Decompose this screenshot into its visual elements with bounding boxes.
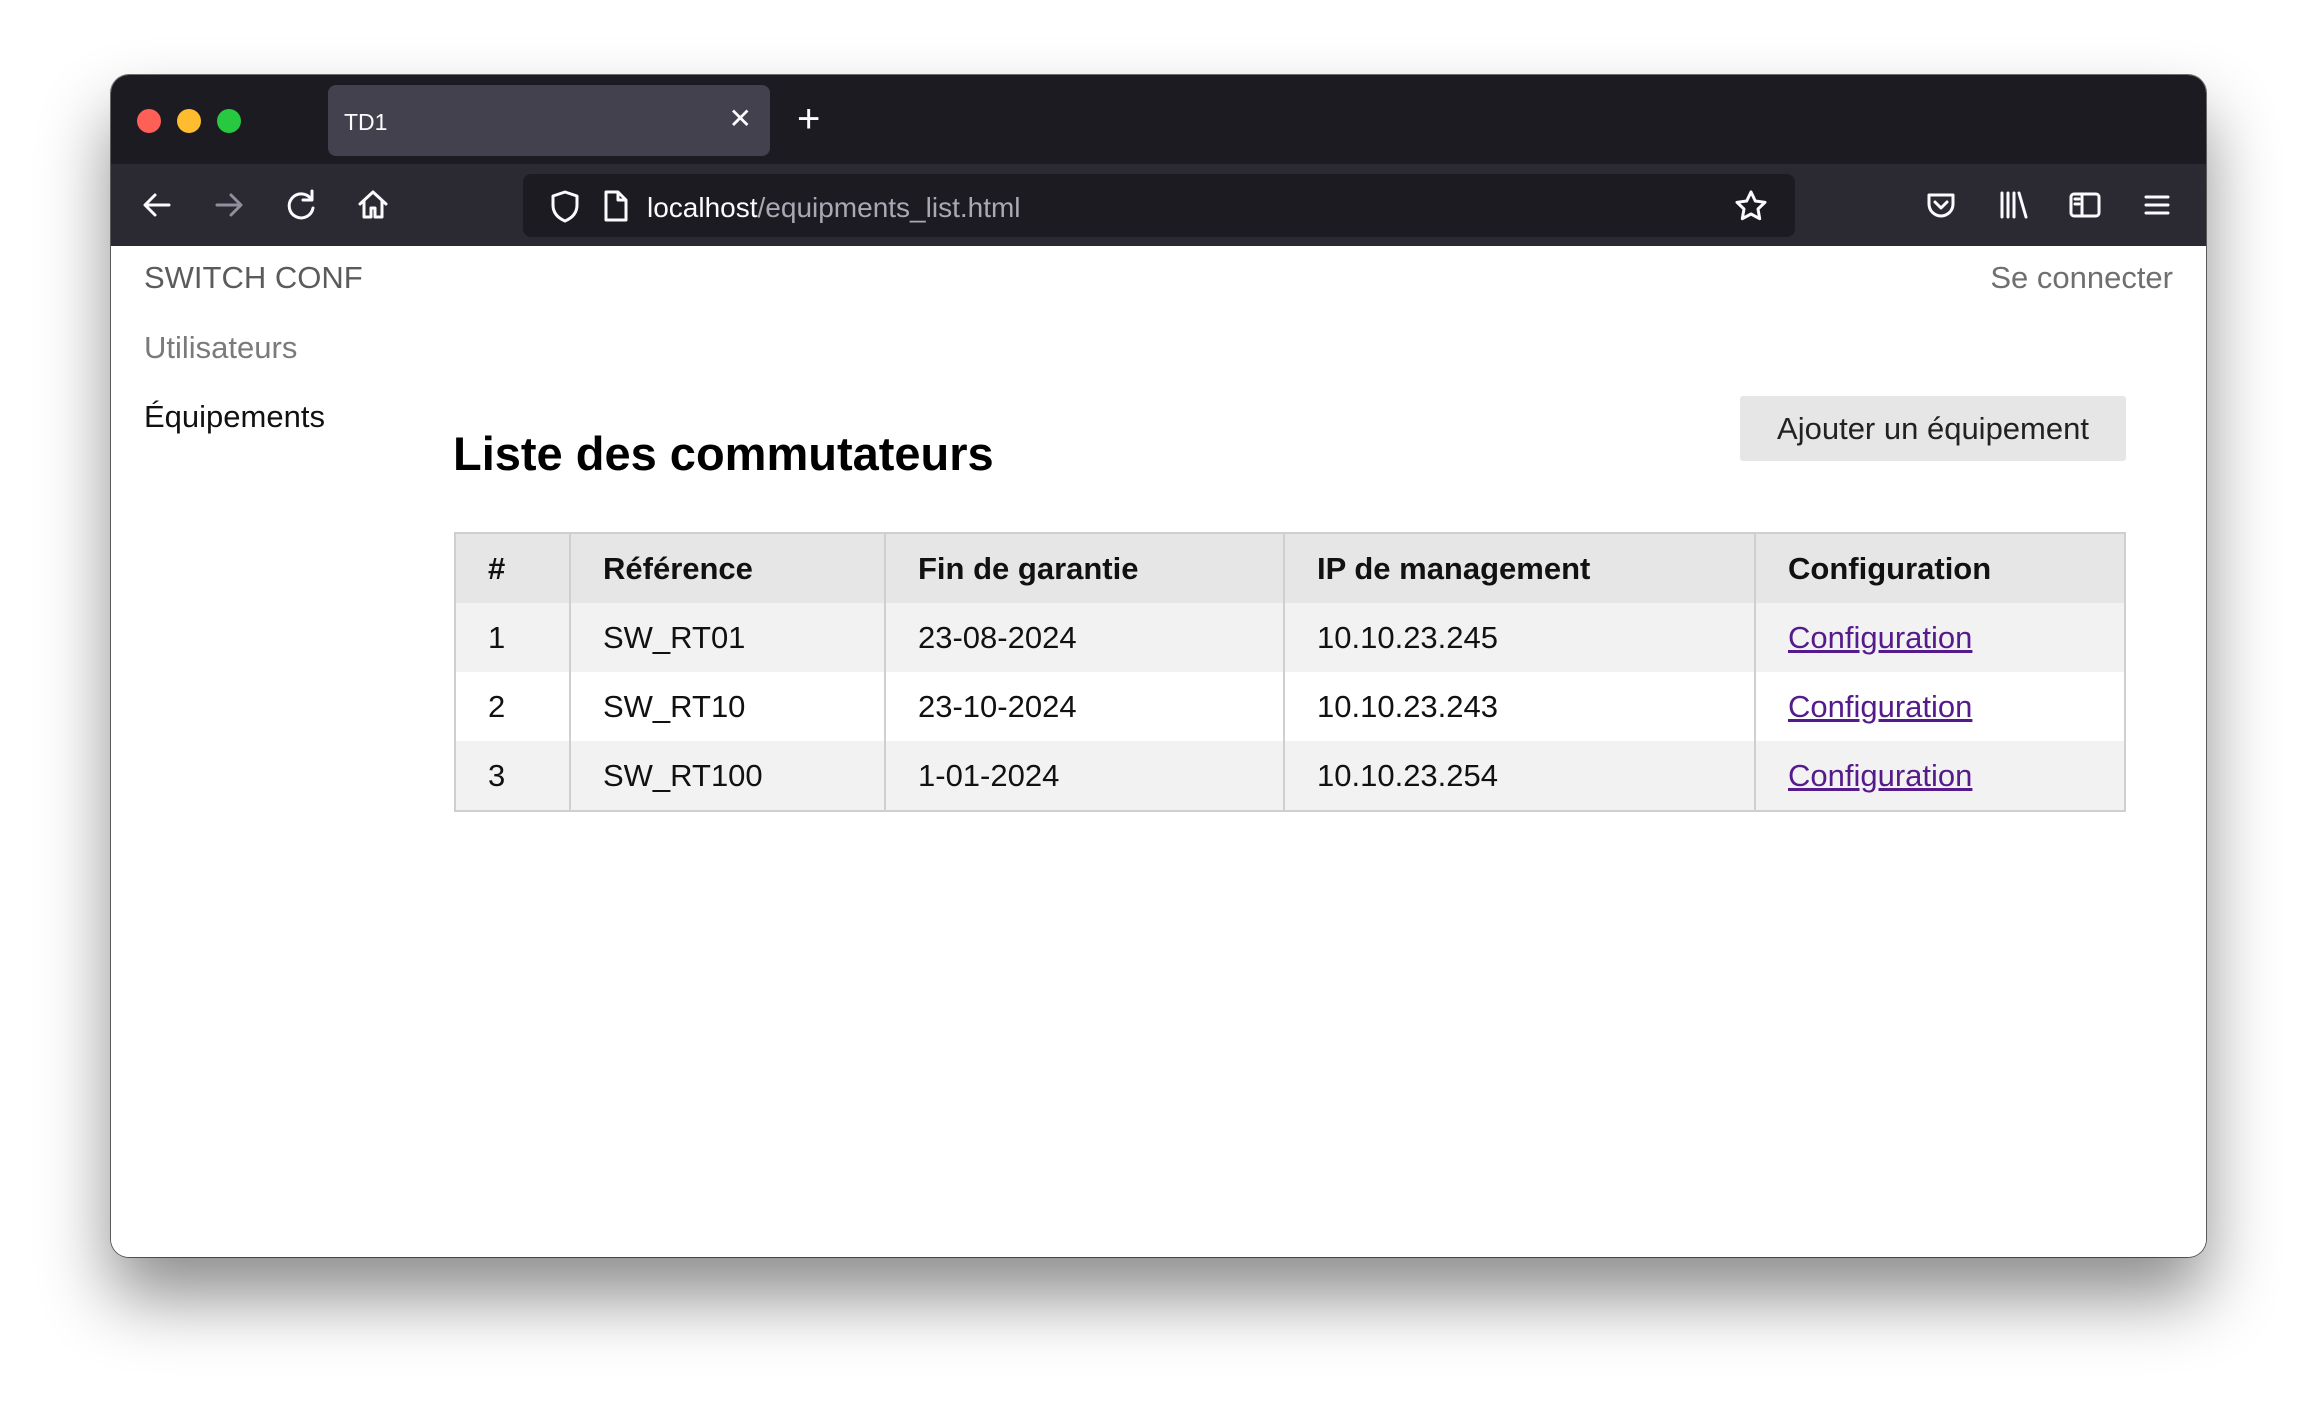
page-title: Liste des commutateurs bbox=[453, 427, 994, 480]
table-row: 2 SW_RT10 23-10-2024 10.10.23.243 Config… bbox=[455, 672, 2125, 741]
tab-close-icon[interactable]: ✕ bbox=[729, 105, 752, 133]
tab-title: TD1 bbox=[344, 109, 388, 135]
cell-warranty: 23-08-2024 bbox=[884, 603, 1284, 672]
browser-window: TD1 ✕ + localhost/equipments_list.html S… bbox=[111, 75, 2206, 1257]
pocket-icon[interactable] bbox=[1919, 183, 1963, 227]
configuration-link[interactable]: Configuration bbox=[1788, 620, 1972, 655]
cell-configuration: Configuration bbox=[1754, 672, 2125, 741]
back-icon[interactable] bbox=[135, 183, 179, 227]
table-header-row: # Référence Fin de garantie IP de manage… bbox=[455, 533, 2125, 603]
table-row: 3 SW_RT100 1-01-2024 10.10.23.254 Config… bbox=[455, 741, 2125, 811]
cell-warranty: 1-01-2024 bbox=[884, 741, 1284, 811]
menu-icon[interactable] bbox=[2135, 183, 2179, 227]
url-text[interactable]: localhost/equipments_list.html bbox=[647, 192, 1021, 224]
reload-icon[interactable] bbox=[279, 183, 323, 227]
configuration-link[interactable]: Configuration bbox=[1788, 758, 1972, 793]
library-icon[interactable] bbox=[1991, 183, 2035, 227]
page-content: SWITCH CONF Se connecter Utilisateurs Éq… bbox=[111, 246, 2206, 1257]
cell-ip: 10.10.23.243 bbox=[1283, 672, 1755, 741]
window-minimize-button[interactable] bbox=[177, 109, 201, 133]
cell-id: 3 bbox=[488, 757, 506, 793]
add-equipment-button[interactable]: Ajouter un équipement bbox=[1740, 396, 2126, 461]
window-maximize-button[interactable] bbox=[217, 109, 241, 133]
cell-reference: SW_RT10 bbox=[569, 672, 885, 741]
sidebar-item-utilisateurs[interactable]: Utilisateurs bbox=[144, 330, 297, 366]
column-header: Fin de garantie bbox=[884, 533, 1284, 603]
cell-ip: 10.10.23.254 bbox=[1283, 741, 1755, 811]
cell-id: 1 bbox=[488, 619, 506, 655]
url-host: localhost bbox=[647, 192, 758, 223]
configuration-link[interactable]: Configuration bbox=[1788, 689, 1972, 724]
sidebar-toggle-icon[interactable] bbox=[2063, 183, 2107, 227]
equipment-table: # Référence Fin de garantie IP de manage… bbox=[454, 532, 2126, 812]
column-header: Référence bbox=[569, 533, 885, 603]
sidebar-item-equipements[interactable]: Équipements bbox=[144, 399, 325, 435]
shield-icon[interactable] bbox=[543, 184, 587, 228]
table-row: 1 SW_RT01 23-08-2024 10.10.23.245 Config… bbox=[455, 603, 2125, 672]
url-path: /equipments_list.html bbox=[757, 192, 1021, 223]
column-header: Configuration bbox=[1754, 533, 2125, 603]
home-icon[interactable] bbox=[351, 183, 395, 227]
column-header: # bbox=[488, 550, 506, 586]
page-icon bbox=[593, 184, 637, 228]
tab-td1[interactable]: TD1 ✕ bbox=[328, 85, 770, 156]
cell-reference: SW_RT01 bbox=[569, 603, 885, 672]
navigation-toolbar: localhost/equipments_list.html bbox=[111, 164, 2206, 246]
cell-configuration: Configuration bbox=[1754, 741, 2125, 811]
bookmark-star-icon[interactable] bbox=[1729, 184, 1773, 228]
forward-icon[interactable] bbox=[207, 183, 251, 227]
cell-reference: SW_RT100 bbox=[569, 741, 885, 811]
cell-id: 2 bbox=[488, 688, 506, 724]
login-link[interactable]: Se connecter bbox=[1990, 260, 2173, 296]
new-tab-button[interactable]: + bbox=[797, 99, 820, 139]
window-close-button[interactable] bbox=[137, 109, 161, 133]
column-header: IP de management bbox=[1283, 533, 1755, 603]
tab-strip: TD1 ✕ + bbox=[111, 75, 2206, 164]
cell-configuration: Configuration bbox=[1754, 603, 2125, 672]
cell-warranty: 23-10-2024 bbox=[884, 672, 1284, 741]
url-bar[interactable]: localhost/equipments_list.html bbox=[523, 174, 1795, 237]
cell-ip: 10.10.23.245 bbox=[1283, 603, 1755, 672]
brand-link[interactable]: SWITCH CONF bbox=[144, 260, 363, 296]
